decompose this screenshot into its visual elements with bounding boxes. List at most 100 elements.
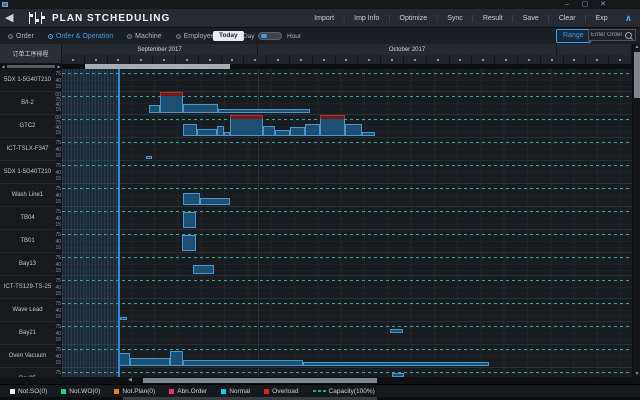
legend-swatch [114,389,119,394]
gantt-bar[interactable] [182,235,196,251]
day-tick-cell [313,55,336,64]
gantt-bar-overload[interactable] [160,92,183,113]
gantt-bar[interactable] [305,124,320,136]
gantt-bar[interactable] [183,360,303,366]
resource-row-label[interactable]: 5DX 1-5G40T210 [0,69,55,92]
resource-row-label[interactable]: Wave Lead [0,299,55,322]
gantt-bar[interactable] [217,126,224,136]
menu-item-sync[interactable]: Sync [438,15,472,22]
gantt-bar[interactable] [183,104,218,113]
day-tick-cell [176,55,199,64]
chart-hscrollbar[interactable]: ◀ [62,377,632,384]
gantt-bar[interactable] [183,124,197,136]
legend-item: Overload [264,388,298,395]
resource-row-label[interactable]: Bay05 [0,368,55,377]
collapse-toolbar-icon[interactable]: ∧ [617,13,636,24]
gantt-bar[interactable] [146,156,152,159]
legend-label: Not.Plan(0) [122,388,155,395]
gantt-bar[interactable] [183,212,196,228]
resource-row-label[interactable]: Bay21 [0,322,55,345]
chart-vscrollbar-thumb[interactable] [634,52,640,98]
resource-name: Wash Line1 [12,192,43,198]
day-tick-cell [450,55,473,64]
menu-item-result[interactable]: Result [474,15,512,22]
gantt-bar[interactable] [120,317,127,320]
day-tick-cell [336,55,359,64]
scale-tick-label: 75 [55,279,61,284]
gantt-bar[interactable] [118,353,130,366]
resource-row-label[interactable]: TB01 [0,230,55,253]
chart-vscrollbar[interactable]: ▲ ▼ [632,44,640,377]
gantt-bar[interactable] [362,132,375,136]
gantt-bar[interactable] [390,329,403,333]
gantt-bar-overload[interactable] [320,115,345,136]
range-button[interactable]: Range [556,29,591,43]
gantt-bar-overload[interactable] [230,115,263,136]
gantt-bar[interactable] [290,127,305,136]
resource-row-label[interactable]: Oven Vacuum [0,345,55,368]
label-scrollbar-thumb[interactable] [7,65,55,68]
gantt-bar[interactable] [183,193,200,205]
resource-row-label[interactable]: TB04 [0,207,55,230]
overload-cap [160,92,183,96]
gantt-chart [62,69,632,377]
resource-row-label[interactable]: ICT-TSLX-F347 [0,138,55,161]
resource-row-label[interactable]: ICT-TS129-TS-25 [0,276,55,299]
day-tick-cell [222,55,245,64]
view-radio-order-operation[interactable]: Order & Operation [48,33,113,40]
day-tick-cell [404,55,427,64]
gantt-bar[interactable] [197,129,217,136]
scale-tick-label: 40 [55,194,61,199]
gantt-bar[interactable] [218,109,310,113]
menu-item-optimize[interactable]: Optimize [391,15,437,22]
back-icon[interactable]: ◀ [5,12,13,25]
legend-item: Capacity(100%) [313,388,375,395]
gantt-bar[interactable] [275,130,290,136]
resource-name: TB01 [20,238,34,244]
row-scale: 754015 [55,299,62,322]
gantt-bar[interactable] [345,124,362,136]
resource-row-label[interactable]: Wash Line1 [0,184,55,207]
scroll-down-icon[interactable]: ▼ [633,371,640,377]
order-search-input[interactable] [589,32,625,38]
menu-item-import[interactable]: Import [305,15,343,22]
resource-row-label[interactable]: Bay13 [0,253,55,276]
close-button[interactable]: ✕ [594,0,612,9]
view-radio-order[interactable]: Order [8,33,34,40]
gantt-bar[interactable] [303,362,489,366]
app-header: ◀ PLAN STCHEDULING Import|Imp Info|Optim… [0,9,640,28]
menu-item-exp[interactable]: Exp [587,15,617,22]
chart-hscrollbar-thumb[interactable] [143,378,377,383]
resource-row-label[interactable]: B/I-2 [0,92,55,115]
resource-row-label[interactable]: 5DX 1-5G40T210 [0,161,55,184]
gantt-bar[interactable] [263,126,275,136]
gantt-bar[interactable] [149,105,160,113]
toggle-knob[interactable] [261,34,267,38]
scale-tick-label: 40 [55,309,61,314]
maximize-button[interactable]: ▢ [576,0,594,9]
day-tick-cell [85,55,108,64]
view-radio-machine[interactable]: Machine [127,33,161,40]
scroll-left-icon[interactable]: ◀ [128,377,132,384]
menu-item-save[interactable]: Save [514,15,548,22]
minimize-button[interactable]: – [558,0,576,9]
resource-name: 5DX 1-5G40T210 [4,77,51,83]
legend-swatch [169,389,174,394]
gantt-bar[interactable] [170,351,183,366]
menu-item-imp-info[interactable]: Imp Info [345,15,388,22]
scale-tick-label: 40 [55,286,61,291]
resource-row-label[interactable]: GTC2 [0,115,55,138]
row-scale-column: 7540151007540151007540157540157540157540… [55,69,62,377]
search-icon[interactable] [625,32,632,39]
day-hour-toggle[interactable] [258,32,282,40]
scroll-up-icon[interactable]: ▲ [633,44,640,50]
today-button[interactable]: Today [213,31,244,41]
gantt-bar[interactable] [200,198,230,205]
gantt-bar[interactable] [193,265,214,274]
gantt-bar[interactable] [130,358,170,366]
capacity-line [62,280,632,281]
menu-item-clear[interactable]: Clear [550,15,585,22]
row-scale: 754015 [55,368,62,377]
gantt-bar[interactable] [392,373,404,377]
view-radio-employee[interactable]: Employee [176,33,215,40]
